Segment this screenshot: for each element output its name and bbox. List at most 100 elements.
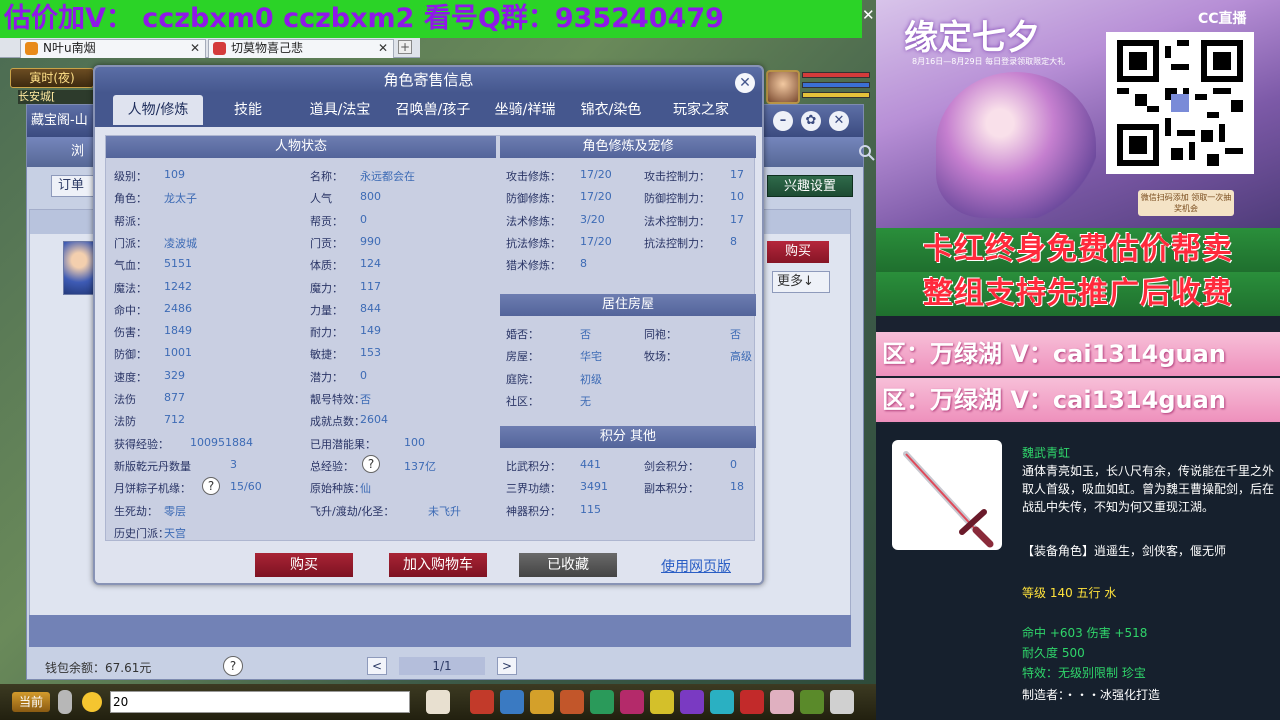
skill-icon[interactable] (650, 690, 674, 714)
tab-mounts[interactable]: 坐骑/祥瑞 (485, 95, 565, 125)
promo-character-art (936, 72, 1096, 218)
use-web-version-link[interactable]: 使用网页版 (661, 556, 731, 576)
interest-settings-button[interactable]: 兴趣设置 (767, 175, 853, 197)
voice-icon[interactable] (58, 690, 72, 714)
skill-icon[interactable] (500, 690, 524, 714)
tab-items[interactable]: 道具/法宝 (295, 95, 385, 125)
dialog-title: 角色寄售信息 (95, 67, 762, 93)
skill-icon[interactable] (830, 690, 854, 714)
status-value: 凌波城 (164, 236, 197, 250)
skill-icon[interactable] (426, 690, 450, 714)
buy-button[interactable]: 购买 (255, 553, 353, 577)
item-tooltip: 魏武青虹 通体青亮如玉，长八尺有余，传说能在千里之外取人首级，吸血如虹。曾为魏王… (876, 424, 1280, 720)
status-label: 命中： (114, 303, 147, 317)
status-label: 原始种族： (310, 482, 365, 496)
player-avatar[interactable] (766, 70, 800, 104)
tab-home[interactable]: 玩家之家 (661, 95, 741, 125)
points-value: 0 (730, 458, 737, 471)
points-label: 副本积分： (644, 482, 699, 496)
next-page-button[interactable]: > (497, 657, 517, 675)
status-value: 800 (360, 190, 381, 204)
points-label: 比武积分： (506, 460, 561, 473)
points-value: 441 (580, 458, 601, 471)
house-value: 无 (580, 394, 591, 408)
favorited-button[interactable]: 已收藏 (519, 553, 617, 577)
status-label: 新版乾元丹数量 (114, 459, 191, 473)
status-value: 零层 (164, 504, 186, 518)
skill-icon[interactable] (530, 690, 554, 714)
status-label: 体质： (310, 259, 343, 273)
skill-icon[interactable] (560, 690, 584, 714)
house-header: 居住房屋 (500, 294, 756, 316)
status-value: 877 (164, 391, 185, 404)
skill-icon[interactable] (620, 690, 644, 714)
skill-icon[interactable] (770, 690, 794, 714)
mp-bar (802, 82, 870, 88)
item-name: 魏武青虹 (1022, 446, 1071, 460)
status-label: 魔力： (310, 281, 343, 295)
settings-icon[interactable]: ✿ (801, 111, 821, 131)
hp-bar (802, 72, 870, 78)
more-button[interactable]: 更多↓ (772, 271, 830, 293)
add-to-cart-button[interactable]: 加入购物车 (389, 553, 487, 577)
status-value: 100951884 (190, 435, 253, 449)
house-label: 牧场： (644, 350, 677, 364)
skill-icon[interactable] (800, 690, 824, 714)
status-label: 力量： (310, 303, 343, 317)
game-area: 估价加V： cczbxm0 cczbxm2 看号Q群：935240479 ✕ N… (0, 0, 876, 720)
banner-close-icon[interactable]: ✕ (862, 6, 876, 26)
tab-skills[interactable]: 技能 (215, 95, 281, 125)
promo-banner: 缘定七夕 8月16日—8月29日 每日登录领取限定大礼 CC直播 微信扫码添加 … (876, 0, 1280, 228)
status-label: 门派： (114, 236, 147, 250)
chat-channel-button[interactable]: 当前 (12, 692, 50, 712)
house-value: 高级 (730, 350, 752, 364)
role-sale-dialog: 角色寄售信息 ✕ 人物/修炼 技能 道具/法宝 召唤兽/孩子 坐骑/祥瑞 锦衣/… (93, 65, 764, 585)
help-icon[interactable]: ? (202, 477, 220, 496)
emoji-icon[interactable] (82, 692, 102, 712)
house-value: 否 (580, 328, 591, 341)
status-value: 2486 (164, 301, 192, 315)
status-value: 1242 (164, 279, 192, 293)
house-label: 庭院： (506, 372, 539, 386)
skill-icon[interactable] (470, 690, 494, 714)
house-label: 婚否： (506, 328, 539, 341)
help-icon[interactable]: ? (223, 656, 243, 676)
skill-icon[interactable] (680, 690, 704, 714)
cultivation-value: 17/20 (580, 168, 612, 181)
listing-buy-button[interactable]: 购买 (767, 241, 829, 263)
skill-icon[interactable] (740, 690, 764, 714)
house-label: 同袍： (644, 328, 677, 341)
stream-banner: 估价加V： cczbxm0 cczbxm2 看号Q群：935240479 (0, 0, 862, 38)
status-label: 总经验： (310, 459, 354, 473)
house-value: 否 (730, 328, 741, 341)
minimize-icon[interactable]: – (773, 111, 793, 131)
skill-icon[interactable] (590, 690, 614, 714)
skill-icon[interactable] (710, 690, 734, 714)
tab-outfits[interactable]: 锦衣/染色 (571, 95, 651, 125)
tab-close-icon[interactable]: ✕ (378, 40, 388, 57)
cultivation-value: 10 (730, 190, 744, 204)
browser-tab-bar: N叶u南烟 ✕ 切莫物喜己悲 ✕ + (0, 38, 420, 58)
browser-tab-2[interactable]: 切莫物喜己悲 ✕ (208, 39, 394, 58)
tab-pets[interactable]: 召唤兽/孩子 (385, 95, 481, 125)
points-label: 神器积分： (506, 504, 561, 518)
new-tab-button[interactable]: + (398, 40, 412, 54)
promo-line-2: 整组支持先推广后收费 (876, 272, 1280, 316)
chat-input[interactable] (110, 691, 410, 713)
cultivation-label: 法术修炼： (506, 214, 561, 228)
search-icon[interactable] (857, 143, 876, 163)
prev-page-button[interactable]: < (367, 657, 387, 675)
help-icon[interactable]: ? (362, 454, 380, 473)
tab-close-icon[interactable]: ✕ (190, 40, 200, 57)
cultivation-value: 17 (730, 212, 744, 226)
browser-tab-1[interactable]: N叶u南烟 ✕ (20, 39, 206, 58)
qr-code (1106, 32, 1254, 174)
status-label: 潜力： (310, 370, 343, 384)
dialog-close-icon[interactable]: ✕ (735, 73, 755, 93)
cultivation-label: 攻击修炼： (506, 170, 561, 183)
tab-character[interactable]: 人物/修炼 (113, 95, 203, 125)
status-label: 月饼粽子机缘： (114, 482, 191, 496)
close-icon[interactable]: ✕ (829, 111, 849, 131)
listing-avatar[interactable] (63, 241, 95, 295)
status-value: 1001 (164, 346, 192, 360)
